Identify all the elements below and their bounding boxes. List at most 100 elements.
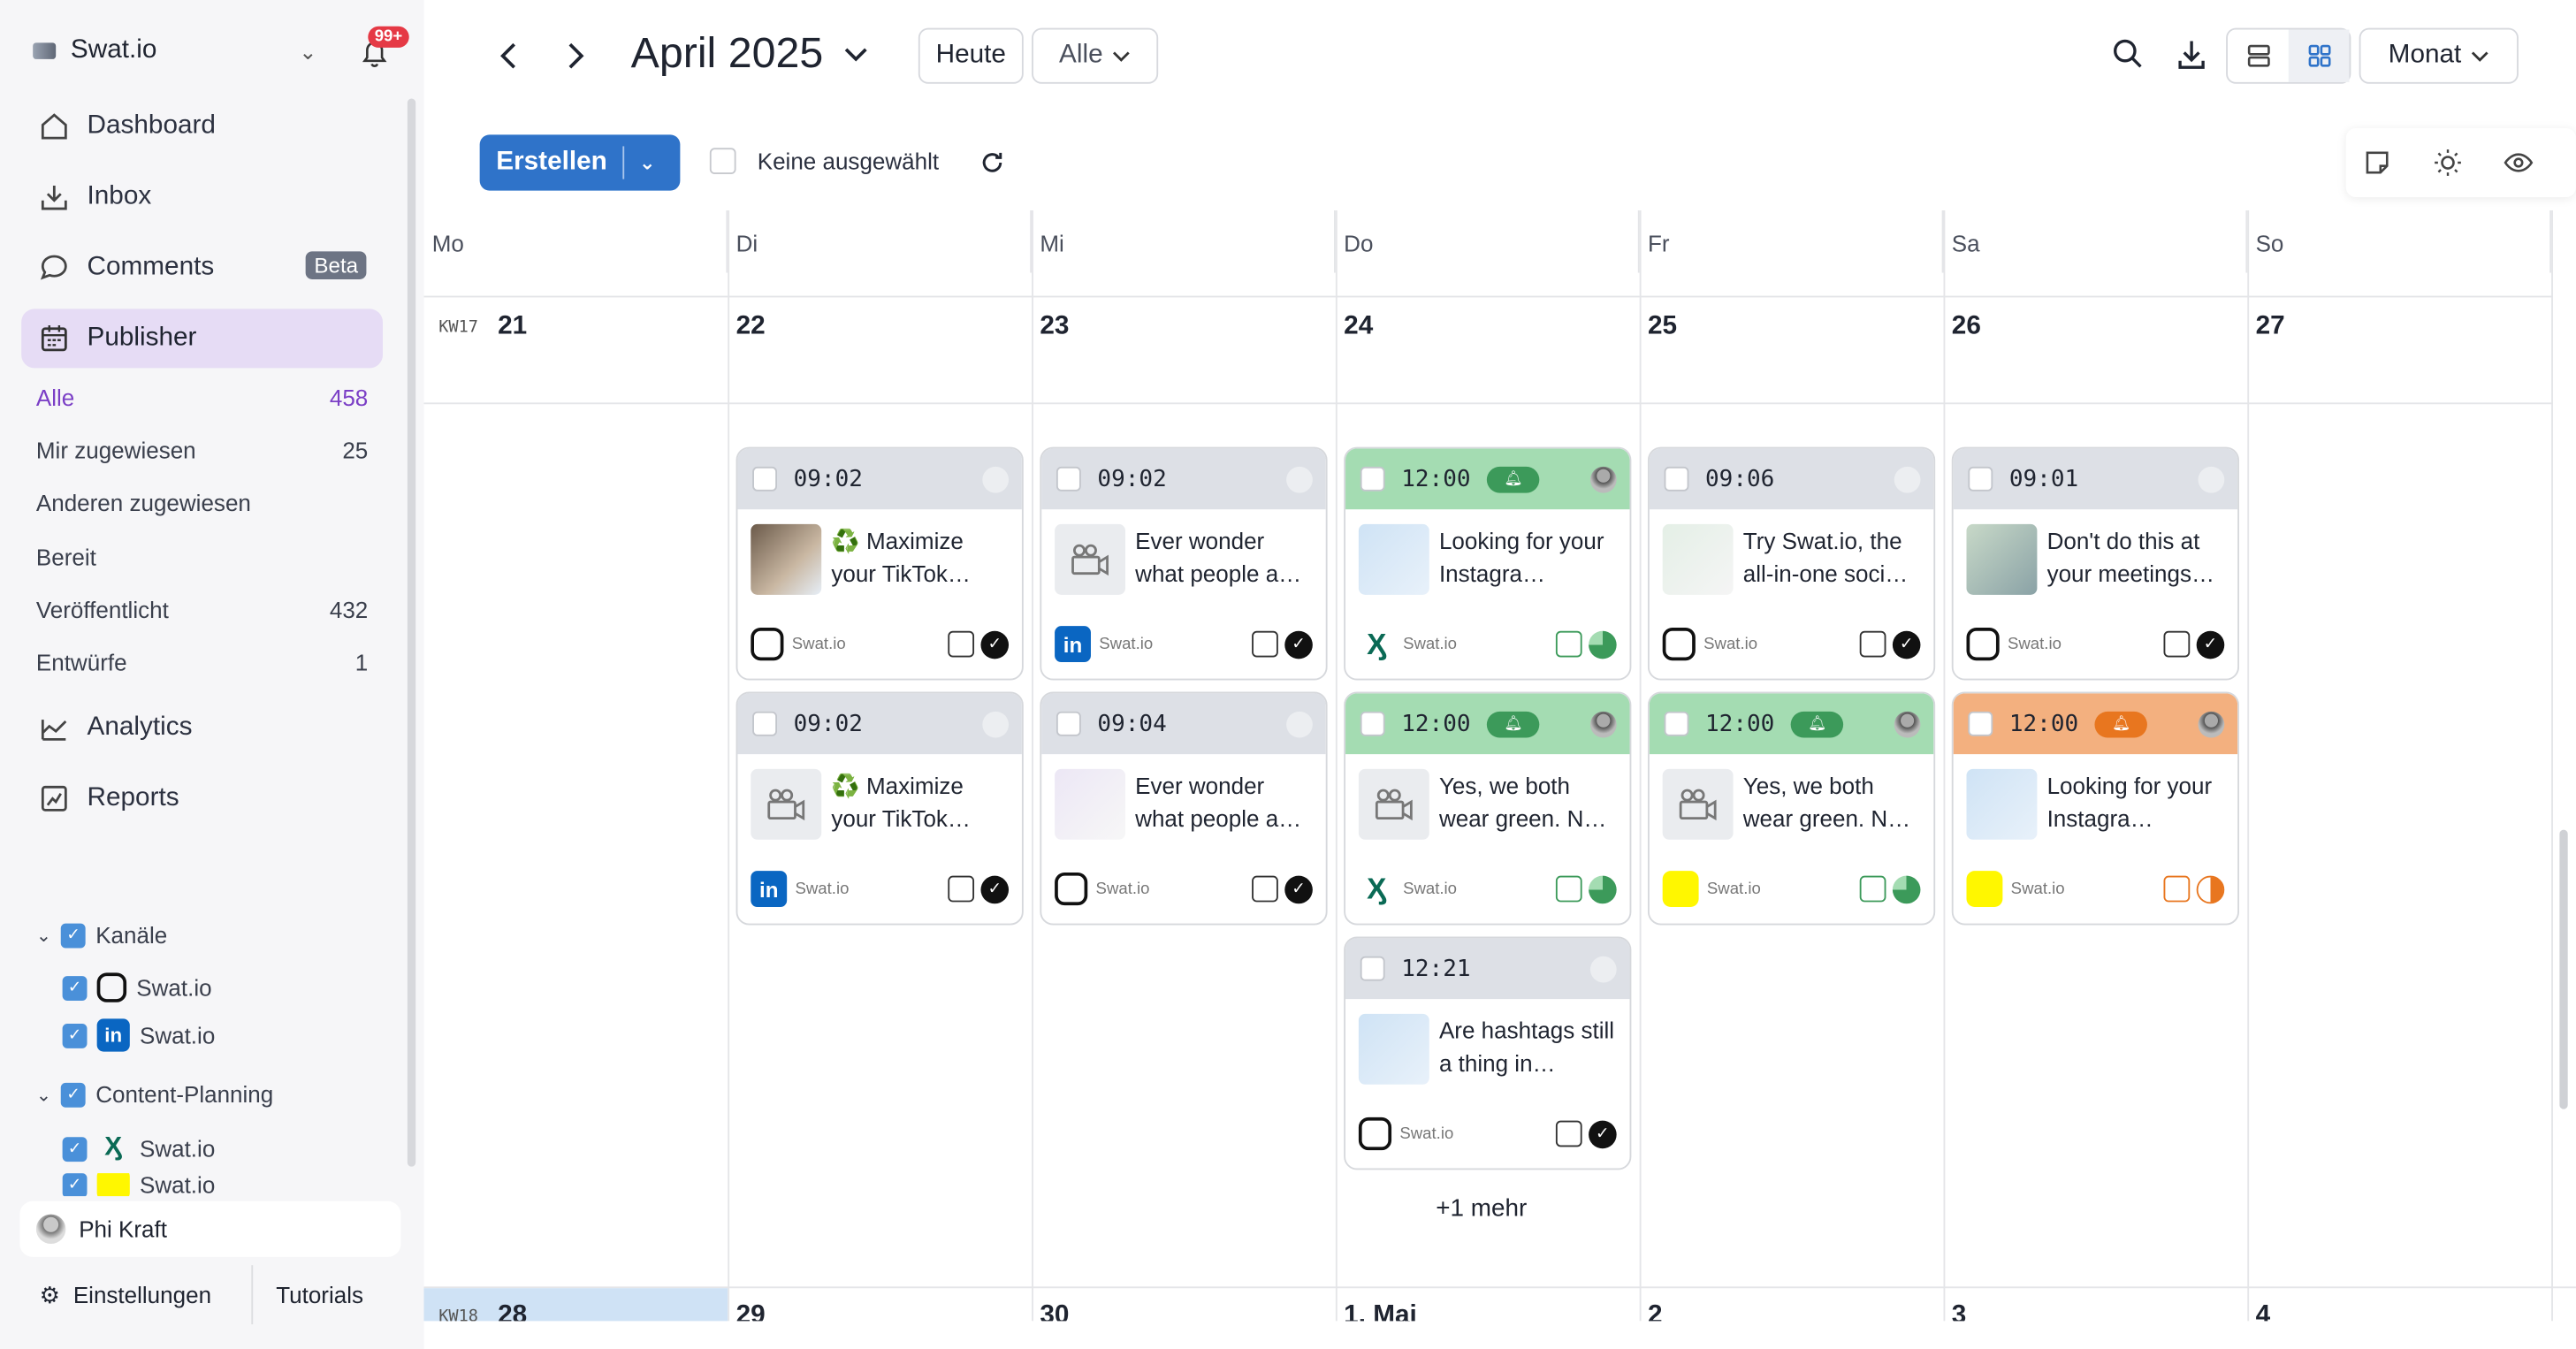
tree-channel-instagram[interactable]: ✓ Swat.io — [62, 972, 212, 1002]
post-card[interactable]: 09:06 Try Swat.io, the all-in-one soci… … — [1647, 446, 1936, 681]
refresh-icon[interactable] — [979, 149, 1006, 176]
post-card[interactable]: 12:00 🔔︎ Yes, we both wear green. N… Ӽ S… — [1344, 691, 1632, 926]
checkbox[interactable]: ✓ — [62, 975, 88, 1001]
workspace-switcher[interactable]: Swat.io ⌄ — [33, 36, 316, 65]
next-month-button[interactable] — [555, 33, 595, 79]
post-checkbox[interactable] — [752, 466, 778, 492]
post-checkbox[interactable] — [1360, 466, 1385, 492]
day-number[interactable]: 26 — [1952, 312, 1981, 341]
nav-reports[interactable]: Reports — [21, 769, 383, 828]
list-layout-button[interactable] — [2228, 29, 2289, 81]
eye-icon[interactable] — [2504, 148, 2534, 177]
filter-ready[interactable]: Bereit — [36, 544, 368, 570]
tree-channels[interactable]: ⌄ ✓ Kanäle — [36, 922, 167, 949]
search-icon[interactable] — [2111, 36, 2144, 72]
tree-cp-xing[interactable]: ✓ Ӽ Swat.io — [62, 1132, 215, 1165]
nav-inbox[interactable]: Inbox — [21, 168, 383, 227]
tree-content-planning[interactable]: ⌄ ✓ Content-Planning — [36, 1081, 273, 1108]
tree-cp-snapchat[interactable]: ✓ Swat.io — [62, 1173, 215, 1197]
assignee-avatar[interactable] — [2198, 711, 2225, 738]
checkbox[interactable]: ✓ — [62, 1173, 88, 1197]
post-card[interactable]: 09:01 Don't do this at your meetings… Sw… — [1951, 446, 2239, 681]
filter-all[interactable]: Alle 458 — [36, 385, 368, 411]
video-placeholder-icon — [1375, 788, 1412, 820]
post-checkbox[interactable] — [1968, 711, 1993, 736]
post-card-body: Looking for your Instagra… — [1954, 754, 2238, 869]
checkbox[interactable]: ✓ — [62, 1136, 88, 1162]
post-checkbox[interactable] — [1056, 466, 1081, 492]
note-icon[interactable] — [2362, 148, 2391, 177]
filter-dropdown[interactable]: Alle — [1032, 27, 1159, 84]
tree-channel-linkedin[interactable]: ✓ in Swat.io — [62, 1018, 215, 1052]
assignee-avatar[interactable] — [1286, 711, 1313, 738]
day-number[interactable]: 22 — [736, 312, 766, 341]
post-checkbox[interactable] — [1360, 711, 1385, 736]
assignee-avatar[interactable] — [1894, 711, 1921, 738]
download-icon[interactable] — [2176, 36, 2208, 72]
post-checkbox[interactable] — [1056, 711, 1081, 736]
day-number[interactable]: 24 — [1344, 312, 1373, 341]
nav-comments[interactable]: Comments Beta — [21, 239, 383, 298]
day-number[interactable]: 28 — [498, 1301, 527, 1321]
filter-assigned-to-others[interactable]: Anderen zugewiesen — [36, 490, 368, 516]
filter-published[interactable]: Veröffentlicht 432 — [36, 597, 368, 623]
assignee-avatar[interactable] — [1589, 711, 1617, 738]
post-card[interactable]: 09:02 ♻️ Maximize your TikTok… Swat.io ✓ — [735, 446, 1024, 681]
assignee-avatar[interactable] — [1286, 466, 1313, 493]
post-checkbox[interactable] — [1360, 956, 1385, 981]
post-checkbox[interactable] — [1968, 466, 1993, 492]
view-dropdown[interactable]: Monat — [2359, 27, 2519, 84]
nav-dashboard[interactable]: Dashboard — [21, 97, 383, 156]
month-picker[interactable]: April 2025 — [631, 28, 870, 80]
day-number[interactable]: 3 — [1952, 1301, 1967, 1321]
day-number[interactable]: 4 — [2256, 1301, 2271, 1321]
assignee-avatar[interactable] — [1589, 956, 1617, 983]
post-card[interactable]: 12:00 🔔︎ Yes, we both wear green. N… Swa… — [1647, 691, 1936, 926]
checkbox[interactable]: ✓ — [62, 1023, 88, 1048]
checkbox[interactable]: ✓ — [61, 1081, 87, 1107]
post-checkbox[interactable] — [1664, 466, 1689, 492]
day-number[interactable]: 25 — [1648, 312, 1677, 341]
post-card[interactable]: 12:00 🔔︎ Looking for your Instagra… Swat… — [1951, 691, 2239, 926]
checkbox[interactable]: ✓ — [61, 922, 87, 948]
post-card[interactable]: 09:04 Ever wonder what people a… Swat.io… — [1040, 691, 1328, 926]
day-number[interactable]: 2 — [1648, 1301, 1663, 1321]
assignee-avatar[interactable] — [1589, 466, 1617, 493]
day-number[interactable]: 21 — [498, 312, 527, 341]
sidebar-scrollbar[interactable] — [407, 98, 416, 1167]
assignee-avatar[interactable] — [1894, 466, 1921, 493]
day-header: Sa — [1943, 210, 2248, 273]
create-button[interactable]: Erstellen ⌄ — [479, 134, 681, 191]
more-posts-link[interactable]: +1 mehr — [1436, 1194, 1527, 1223]
assignee-avatar[interactable] — [982, 711, 1010, 738]
day-number[interactable]: 29 — [736, 1301, 766, 1321]
day-number[interactable]: 27 — [2256, 312, 2285, 341]
chevron-down-icon[interactable]: ⌄ — [624, 151, 656, 174]
post-card[interactable]: 09:02 ♻️ Maximize your TikTok… in Swat.i… — [735, 691, 1024, 926]
post-checkbox[interactable] — [1664, 711, 1689, 736]
assignee-avatar[interactable] — [2198, 466, 2225, 493]
settings-button[interactable]: ⚙ Einstellungen — [19, 1265, 254, 1325]
calendar-scrollbar[interactable] — [2559, 829, 2568, 1109]
assignee-avatar[interactable] — [982, 466, 1010, 493]
select-all-checkbox[interactable] — [709, 148, 736, 175]
post-checkbox[interactable] — [752, 711, 778, 736]
filter-assigned-to-me[interactable]: Mir zugewiesen 25 — [36, 437, 368, 463]
post-card[interactable]: 12:21 Are hashtags still a thing in… Swa… — [1344, 936, 1632, 1170]
post-text: Looking for your Instagra… — [2046, 772, 2213, 832]
day-number[interactable]: 23 — [1040, 312, 1069, 341]
user-menu[interactable]: Phi Kraft — [19, 1200, 401, 1257]
post-card[interactable]: 12:00 🔔︎ Looking for your Instagra… Ӽ Sw… — [1344, 446, 1632, 681]
filter-drafts[interactable]: Entwürfe 1 — [36, 649, 368, 675]
nav-analytics[interactable]: Analytics — [21, 698, 383, 758]
today-button[interactable]: Heute — [918, 27, 1024, 84]
day-number[interactable]: 1. Mai — [1344, 1301, 1417, 1321]
sun-icon[interactable] — [2433, 148, 2462, 177]
nav-publisher[interactable]: Publisher — [21, 309, 384, 369]
post-time: 09:04 — [1097, 710, 1167, 737]
day-number[interactable]: 30 — [1040, 1301, 1069, 1321]
post-card[interactable]: 09:02 Ever wonder what people a… in Swat… — [1040, 446, 1328, 681]
prev-month-button[interactable] — [490, 33, 530, 79]
grid-layout-button[interactable] — [2288, 29, 2350, 82]
tutorials-button[interactable]: Tutorials — [253, 1282, 363, 1308]
